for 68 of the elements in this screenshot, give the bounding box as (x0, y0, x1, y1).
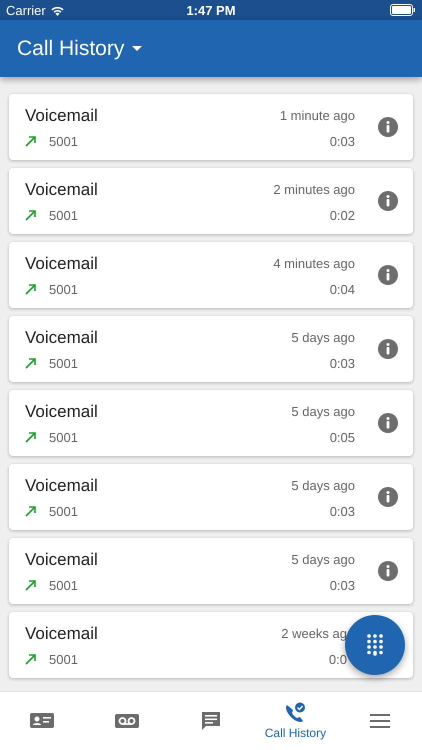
caller-name: Voicemail (25, 402, 98, 422)
info-icon[interactable] (377, 116, 399, 138)
caller-name: Voicemail (25, 550, 98, 570)
call-duration: 0:03 (330, 356, 355, 370)
call-card[interactable]: Voicemail 5 days ago 5001 0:03 (9, 538, 413, 604)
outgoing-arrow-icon (25, 135, 37, 147)
clock-time: 1:47 PM (186, 2, 236, 18)
caller-name: Voicemail (25, 328, 98, 348)
info-icon[interactable] (377, 486, 399, 508)
caller-name: Voicemail (25, 180, 98, 200)
caller-name: Voicemail (25, 624, 98, 644)
call-time: 5 days ago (291, 478, 355, 493)
outgoing-arrow-icon (25, 283, 37, 295)
call-card[interactable]: Voicemail 4 minutes ago 5001 0:04 (9, 242, 413, 308)
info-icon[interactable] (377, 560, 399, 582)
call-time: 2 weeks ag (281, 626, 347, 641)
call-time: 4 minutes ago (273, 256, 355, 271)
battery-icon (390, 4, 416, 16)
call-card[interactable]: Voicemail 5 days ago 5001 0:05 (9, 390, 413, 456)
call-time: 5 days ago (291, 404, 355, 419)
phone-check-icon (283, 702, 308, 724)
call-duration: 0:02 (330, 208, 355, 222)
carrier-label: Carrier (6, 2, 46, 18)
call-card[interactable]: Voicemail 2 minutes ago 5001 0:02 (9, 168, 413, 234)
call-duration: 0:03 (330, 504, 355, 518)
voicemail-icon (114, 712, 140, 730)
outgoing-arrow-icon (25, 357, 37, 369)
caller-name: Voicemail (25, 106, 98, 126)
call-time: 1 minute ago (280, 108, 355, 123)
call-duration: 0:0 (328, 652, 347, 666)
outgoing-arrow-icon (25, 209, 37, 221)
info-icon[interactable] (377, 338, 399, 360)
phone-number: 5001 (49, 578, 78, 592)
phone-number: 5001 (49, 356, 78, 370)
outgoing-arrow-icon (25, 653, 37, 665)
phone-number: 5001 (49, 208, 78, 222)
wifi-icon (50, 4, 65, 16)
call-history-dropdown[interactable]: Call History (17, 36, 142, 60)
outgoing-arrow-icon (25, 431, 37, 443)
contact-card-icon (29, 712, 56, 730)
chat-bubble-icon (200, 710, 222, 732)
call-time: 2 minutes ago (273, 182, 355, 197)
call-duration: 0:03 (330, 578, 355, 592)
phone-number: 5001 (49, 652, 78, 666)
call-card[interactable]: Voicemail 5 days ago 5001 0:03 (9, 316, 413, 382)
phone-number: 5001 (49, 504, 78, 518)
phone-number: 5001 (49, 282, 78, 296)
caller-name: Voicemail (25, 254, 98, 274)
call-card[interactable]: Voicemail 1 minute ago 5001 0:03 (9, 94, 413, 160)
menu-icon (368, 713, 391, 729)
call-duration: 0:03 (330, 134, 355, 148)
caret-icon (132, 46, 142, 52)
call-card[interactable]: Voicemail 2 weeks ag 5001 0:0 (9, 612, 413, 678)
info-icon[interactable] (377, 412, 399, 434)
call-card[interactable]: Voicemail 5 days ago 5001 0:03 (9, 464, 413, 530)
call-time: 5 days ago (291, 330, 355, 345)
phone-number: 5001 (49, 430, 78, 444)
call-time: 5 days ago (291, 552, 355, 567)
call-duration: 0:05 (330, 430, 355, 444)
outgoing-arrow-icon (25, 579, 37, 591)
info-icon[interactable] (377, 190, 399, 212)
dialpad-icon (367, 634, 383, 656)
tab-item[interactable]: Call History (253, 692, 338, 750)
outgoing-arrow-icon (25, 505, 37, 517)
caller-name: Voicemail (25, 476, 98, 496)
phone-number: 5001 (49, 134, 78, 148)
call-duration: 0:04 (330, 282, 355, 296)
info-icon[interactable] (377, 264, 399, 286)
